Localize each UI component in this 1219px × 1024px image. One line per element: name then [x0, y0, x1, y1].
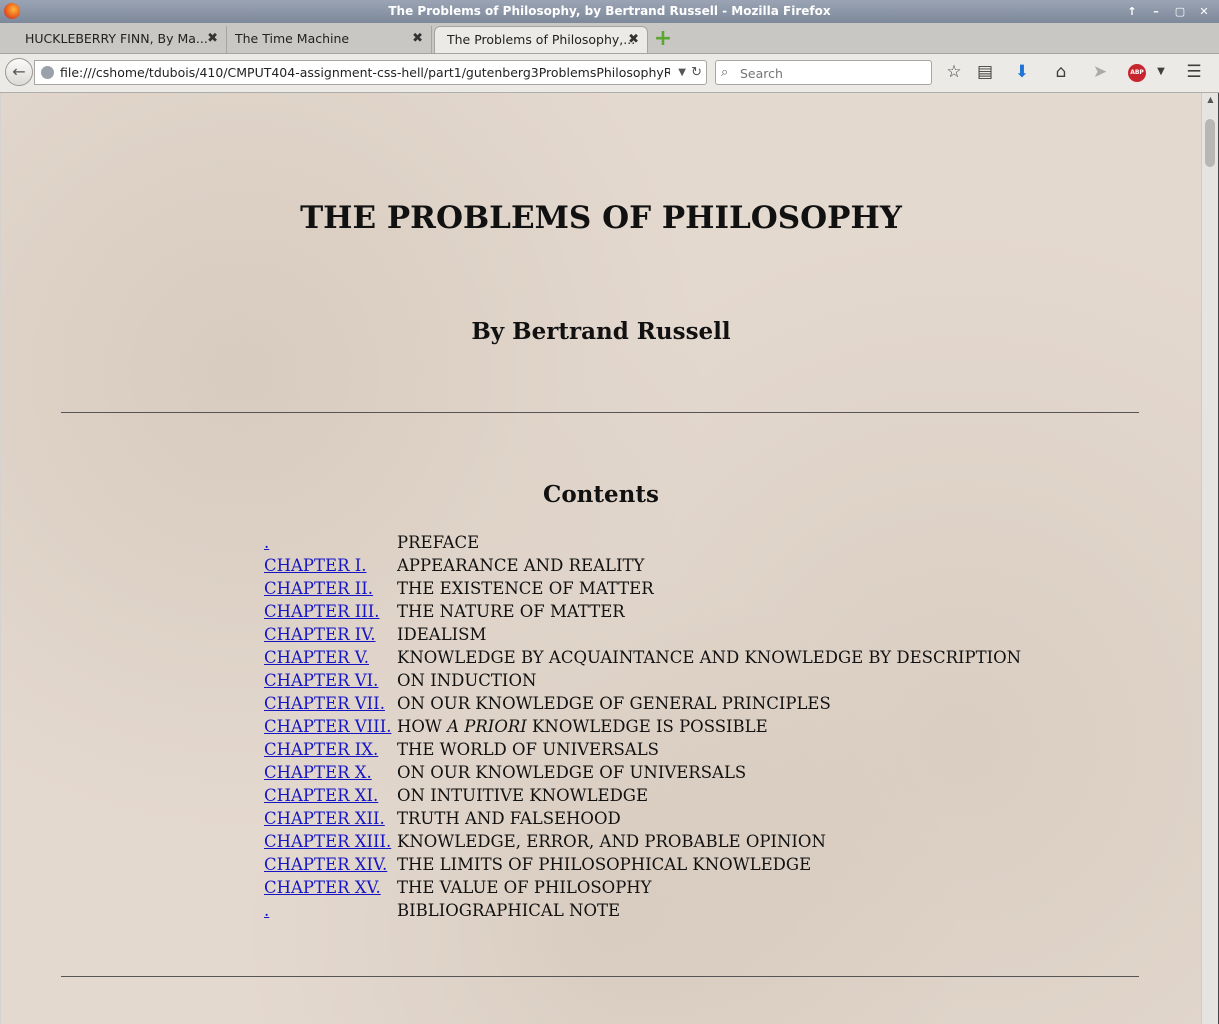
toc-link[interactable]: CHAPTER I. [264, 554, 367, 577]
close-tab-icon[interactable]: ✖ [412, 26, 423, 52]
toc-title: ON INDUCTION [397, 671, 537, 690]
search-box[interactable]: ⌕ [715, 60, 932, 85]
bookmark-star-icon[interactable]: ☆ [943, 61, 965, 83]
toc-link[interactable]: . [264, 899, 269, 922]
window-title: The Problems of Philosophy, by Bertrand … [388, 4, 831, 18]
toc-link[interactable]: CHAPTER XII. [264, 807, 385, 830]
reload-icon[interactable]: ↻ [691, 61, 702, 84]
window-titlebar: The Problems of Philosophy, by Bertrand … [0, 0, 1219, 23]
toc-title: IDEALISM [397, 625, 487, 644]
toc-title: THE EXISTENCE OF MATTER [397, 579, 654, 598]
toc-link[interactable]: CHAPTER XIV. [264, 853, 387, 876]
toc-link[interactable]: CHAPTER VIII. [264, 715, 391, 738]
window-controls: ↑ – ▢ ✕ [1125, 0, 1211, 23]
toc-title: THE NATURE OF MATTER [397, 602, 625, 621]
horizontal-rule [61, 412, 1139, 413]
toc-title: HOW A PRIORI KNOWLEDGE IS POSSIBLE [397, 717, 768, 736]
tab-label: The Problems of Philosophy,... [447, 32, 636, 47]
close-window-button[interactable]: ✕ [1197, 0, 1211, 23]
toc-title: KNOWLEDGE BY ACQUAINTANCE AND KNOWLEDGE … [397, 648, 1022, 667]
book-author: By Bertrand Russell [471, 318, 731, 345]
close-tab-icon[interactable]: ✖ [628, 27, 639, 53]
toc-title: THE VALUE OF PHILOSOPHY [397, 878, 652, 897]
home-icon[interactable]: ⌂ [1050, 61, 1072, 83]
search-input[interactable] [738, 63, 927, 83]
toc-link[interactable]: CHAPTER VI. [264, 669, 378, 692]
send-icon[interactable]: ➤ [1089, 61, 1111, 83]
toc-title: APPEARANCE AND REALITY [397, 556, 645, 575]
tab-problems-of-philosophy[interactable]: The Problems of Philosophy,... ✖ [434, 26, 648, 53]
navigation-toolbar: ← file:///cshome/tdubois/410/CMPUT404-as… [0, 54, 1219, 93]
toc-link[interactable]: CHAPTER XI. [264, 784, 378, 807]
toc-link[interactable]: CHAPTER X. [264, 761, 372, 784]
toc-title: BIBLIOGRAPHICAL NOTE [397, 901, 621, 920]
toc-title: THE LIMITS OF PHILOSOPHICAL KNOWLEDGE [397, 855, 812, 874]
new-tab-button[interactable]: + [653, 28, 673, 50]
maximize-button[interactable]: ▢ [1173, 0, 1187, 23]
toc-link[interactable]: CHAPTER V. [264, 646, 369, 669]
toc-link[interactable]: CHAPTER IX. [264, 738, 378, 761]
reading-list-icon[interactable]: ▤ [974, 61, 996, 83]
window-up-icon[interactable]: ↑ [1125, 0, 1139, 23]
toc-title: TRUTH AND FALSEHOOD [397, 809, 621, 828]
page-viewport: THE PROBLEMS OF PHILOSOPHY By Bertrand R… [1, 93, 1201, 1024]
book-title: THE PROBLEMS OF PHILOSOPHY [300, 200, 902, 236]
search-icon: ⌕ [721, 65, 729, 80]
tab-huckleberry-finn[interactable]: HUCKLEBERRY FINN, By Ma... ✖ [13, 26, 227, 53]
scrollbar-thumb[interactable] [1205, 119, 1215, 167]
vertical-scrollbar[interactable]: ▲ [1201, 93, 1219, 1024]
toc-link[interactable]: CHAPTER IV. [264, 623, 376, 646]
toc-title: PREFACE [397, 533, 480, 552]
firefox-logo-icon [4, 3, 20, 19]
toc-link[interactable]: CHAPTER XIII. [264, 830, 391, 853]
contents-heading: Contents [543, 481, 659, 508]
close-tab-icon[interactable]: ✖ [207, 26, 218, 52]
back-button[interactable]: ← [5, 58, 33, 86]
horizontal-rule [61, 976, 1139, 977]
scroll-up-icon[interactable]: ▲ [1202, 93, 1219, 107]
hamburger-menu-icon[interactable]: ☰ [1183, 61, 1205, 83]
toc-link[interactable]: . [264, 531, 269, 554]
adblock-plus-icon[interactable]: ABP [1128, 64, 1146, 82]
toc-link[interactable]: CHAPTER II. [264, 577, 373, 600]
tab-strip: HUCKLEBERRY FINN, By Ma... ✖ The Time Ma… [0, 23, 1219, 54]
toc-title: ON OUR KNOWLEDGE OF UNIVERSALS [397, 763, 747, 782]
toc-title: THE WORLD OF UNIVERSALS [397, 740, 659, 759]
tab-label: The Time Machine [235, 31, 350, 46]
toc-title: ON INTUITIVE KNOWLEDGE [397, 786, 649, 805]
url-history-dropdown-icon[interactable]: ▼ [678, 61, 686, 84]
toc-title: ON OUR KNOWLEDGE OF GENERAL PRINCIPLES [397, 694, 831, 713]
toc-link[interactable]: CHAPTER VII. [264, 692, 385, 715]
downloads-icon[interactable]: ⬇ [1011, 61, 1033, 83]
address-bar[interactable]: file:///cshome/tdubois/410/CMPUT404-assi… [34, 60, 707, 85]
toc-link[interactable]: CHAPTER III. [264, 600, 380, 623]
tab-time-machine[interactable]: The Time Machine ✖ [223, 26, 432, 53]
site-identity-icon[interactable] [41, 66, 54, 79]
toc-link[interactable]: CHAPTER XV. [264, 876, 381, 899]
tab-label: HUCKLEBERRY FINN, By Ma... [25, 31, 208, 46]
toc-title: KNOWLEDGE, ERROR, AND PROBABLE OPINION [397, 832, 826, 851]
minimize-button[interactable]: – [1149, 0, 1163, 23]
url-text[interactable]: file:///cshome/tdubois/410/CMPUT404-assi… [60, 61, 670, 84]
adblock-menu-dropdown-icon[interactable]: ▼ [1150, 61, 1172, 83]
